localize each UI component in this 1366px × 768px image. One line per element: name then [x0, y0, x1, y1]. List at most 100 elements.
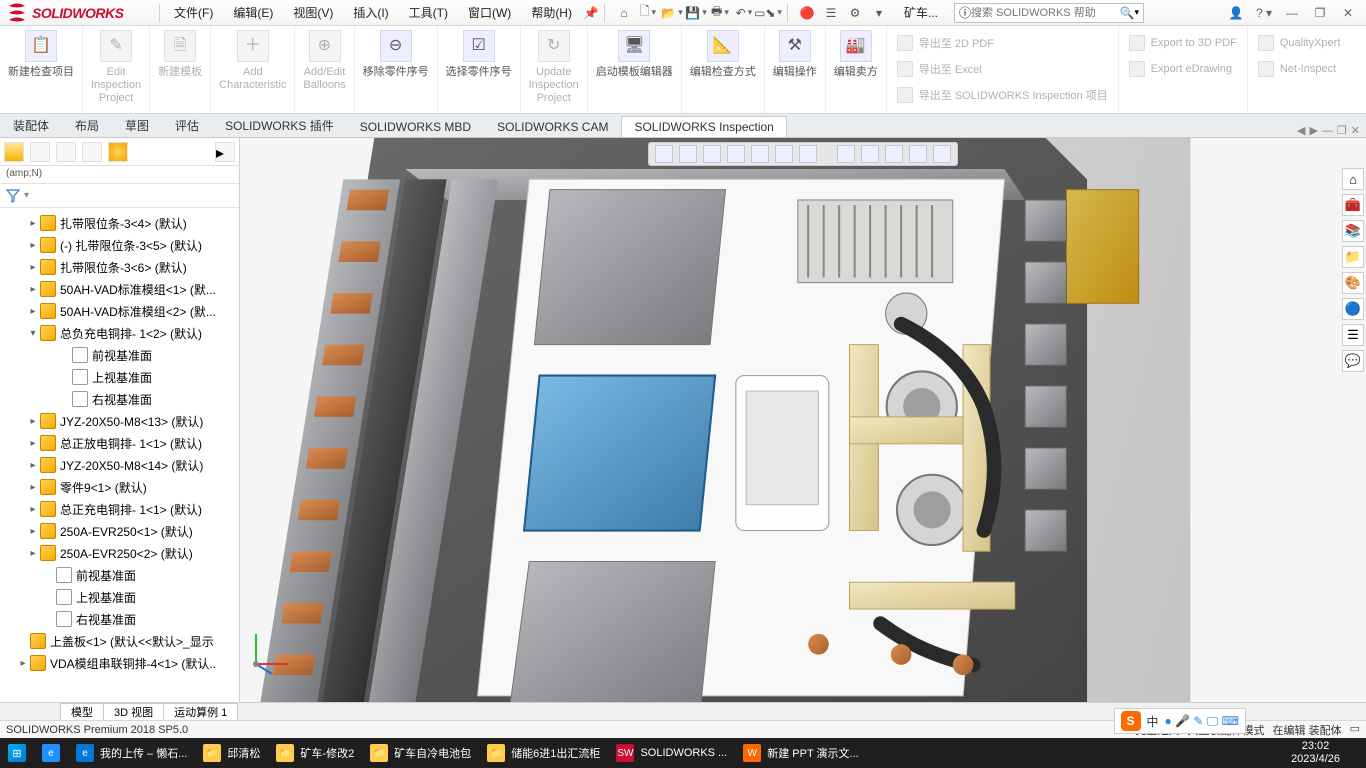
- expand-icon[interactable]: ▸: [28, 438, 38, 449]
- pin-icon[interactable]: 📌: [582, 4, 600, 22]
- user-icon[interactable]: 👤: [1224, 3, 1248, 23]
- taskpane-home-icon[interactable]: ⌂: [1342, 168, 1364, 190]
- expand-icon[interactable]: ▸: [28, 240, 38, 251]
- help-dropdown-icon[interactable]: ? ▾: [1252, 3, 1276, 23]
- tree-plane[interactable]: 右视基准面: [0, 388, 239, 410]
- print-icon[interactable]: 🖶: [711, 4, 729, 22]
- ribbon-export-swi[interactable]: 导出至 SOLIDWORKS Inspection 项目: [897, 82, 1108, 108]
- expand-icon[interactable]: ▸: [18, 658, 28, 669]
- tree-part[interactable]: ▸50AH-VAD标准模组<1> (默...: [0, 278, 239, 300]
- ribbon-edit-vendor[interactable]: 🏭编辑卖方: [826, 26, 887, 113]
- taskbar-app[interactable]: e我的上传 – 懒石...: [68, 738, 195, 768]
- fm-tab-more-icon[interactable]: ▸: [215, 142, 235, 162]
- dropdown-icon[interactable]: ▾: [870, 4, 888, 22]
- ribbon-launch-template-editor[interactable]: 🖥启动模板编辑器: [588, 26, 682, 113]
- options-list-icon[interactable]: ☰: [822, 4, 840, 22]
- ime-indicator[interactable]: S 中 ● 🎤 ✎ 🖵 ⌨: [1114, 708, 1246, 734]
- taskbar-app[interactable]: 📁邱清松: [195, 738, 268, 768]
- new-icon[interactable]: 🗋: [639, 4, 657, 22]
- tree-part[interactable]: ▸扎带限位条-3<6> (默认): [0, 256, 239, 278]
- taskbar-clock[interactable]: 23:02 2023/4/26: [1281, 740, 1350, 766]
- orientation-triad[interactable]: [246, 626, 294, 674]
- expand-icon[interactable]: ▸: [28, 416, 38, 427]
- ribbon-select-balloon[interactable]: ☑选择零件序号: [438, 26, 521, 113]
- tab-assembly[interactable]: 装配体: [0, 113, 62, 137]
- expand-icon[interactable]: ▸: [28, 262, 38, 273]
- menu-window[interactable]: 窗口(W): [458, 0, 521, 26]
- screen-capture-icon[interactable]: [933, 145, 951, 163]
- tab-evaluate[interactable]: 评估: [162, 113, 212, 137]
- tab-sw-inspection[interactable]: SOLIDWORKS Inspection: [621, 116, 786, 137]
- taskpane-appearances-icon[interactable]: 🔵: [1342, 298, 1364, 320]
- tab-sketch[interactable]: 草图: [112, 113, 162, 137]
- fm-tab-property-icon[interactable]: [30, 142, 50, 162]
- graphics-viewport[interactable]: ⌂ 🧰 📚 📁 🎨 🔵 ☰ 💬: [240, 138, 1366, 702]
- feature-tree[interactable]: ▸扎带限位条-3<4> (默认)▸(-) 扎带限位条-3<5> (默认)▸扎带限…: [0, 208, 239, 702]
- expand-icon[interactable]: ▸: [28, 284, 38, 295]
- doc-close-button[interactable]: ✕: [1351, 124, 1360, 137]
- viewtab-motion[interactable]: 运动算例 1: [163, 703, 238, 720]
- taskpane-file-explorer-icon[interactable]: 📁: [1342, 246, 1364, 268]
- tree-part[interactable]: ▾总负充电铜排- 1<2> (默认): [0, 322, 239, 344]
- expand-icon[interactable]: ▸: [28, 460, 38, 471]
- status-extra-icon[interactable]: ▭: [1350, 722, 1360, 738]
- hide-show-icon[interactable]: [799, 145, 817, 163]
- ribbon-net-inspect[interactable]: Net-Inspect: [1258, 56, 1341, 82]
- doc-maximize-button[interactable]: ❐: [1337, 124, 1347, 137]
- ribbon-export-edrawing[interactable]: Export eDrawing: [1129, 56, 1237, 82]
- expand-icon[interactable]: ▸: [28, 482, 38, 493]
- tree-plane[interactable]: 右视基准面: [0, 608, 239, 630]
- taskbar-app[interactable]: W新建 PPT 演示文...: [735, 738, 866, 768]
- tab-sw-mbd[interactable]: SOLIDWORKS MBD: [347, 116, 484, 137]
- tree-part[interactable]: ▸扎带限位条-3<4> (默认): [0, 212, 239, 234]
- view-orientation-icon[interactable]: [751, 145, 769, 163]
- fm-tab-display-icon[interactable]: [108, 142, 128, 162]
- fm-tab-config-icon[interactable]: [56, 142, 76, 162]
- open-icon[interactable]: 📂: [663, 4, 681, 22]
- tree-part[interactable]: ▸总正放电铜排- 1<1> (默认): [0, 432, 239, 454]
- tree-part[interactable]: ▸JYZ-20X50-M8<14> (默认): [0, 454, 239, 476]
- start-button[interactable]: ⊞: [0, 738, 34, 768]
- tree-part[interactable]: ▸JYZ-20X50-M8<13> (默认): [0, 410, 239, 432]
- tree-part[interactable]: ▸250A-EVR250<1> (默认): [0, 520, 239, 542]
- taskbar-app[interactable]: 📁储能6进1出汇流柜: [479, 738, 608, 768]
- menu-insert[interactable]: 插入(I): [343, 0, 398, 26]
- undo-icon[interactable]: ↶: [735, 4, 753, 22]
- expand-icon[interactable]: ▾: [28, 328, 38, 339]
- tree-plane[interactable]: 上视基准面: [0, 366, 239, 388]
- settings-icon[interactable]: ⚙: [846, 4, 864, 22]
- ribbon-export-2d-pdf[interactable]: 导出至 2D PDF: [897, 30, 1108, 56]
- tree-part[interactable]: ▸VDA模组串联铜排-4<1> (默认..: [0, 652, 239, 674]
- taskpane-custom-props-icon[interactable]: ☰: [1342, 324, 1364, 346]
- minimize-button[interactable]: —: [1280, 3, 1304, 23]
- doc-minimize-button[interactable]: —: [1322, 125, 1333, 137]
- menu-edit[interactable]: 编辑(E): [223, 0, 283, 26]
- save-icon[interactable]: 💾: [687, 4, 705, 22]
- expand-icon[interactable]: ▸: [28, 218, 38, 229]
- expand-icon[interactable]: ▸: [28, 548, 38, 559]
- tab-sw-cam[interactable]: SOLIDWORKS CAM: [484, 116, 621, 137]
- ribbon-new-inspection[interactable]: 📋新建检查项目: [0, 26, 83, 113]
- feature-filter-bar[interactable]: ▾: [0, 184, 239, 208]
- fm-tab-dim-icon[interactable]: [82, 142, 102, 162]
- ribbon-inspection-method[interactable]: 📐编辑检查方式: [682, 26, 765, 113]
- maximize-button[interactable]: ❐: [1308, 3, 1332, 23]
- menu-help[interactable]: 帮助(H): [521, 0, 582, 26]
- expand-icon[interactable]: ▸: [28, 526, 38, 537]
- tree-part[interactable]: ▸(-) 扎带限位条-3<5> (默认): [0, 234, 239, 256]
- ribbon-remove-balloon[interactable]: ⊖移除零件序号: [355, 26, 438, 113]
- view-settings-icon[interactable]: [885, 145, 903, 163]
- search-dropdown-icon[interactable]: ▾: [1134, 7, 1139, 18]
- menu-view[interactable]: 视图(V): [283, 0, 343, 26]
- tab-sw-addins[interactable]: SOLIDWORKS 插件: [212, 113, 347, 137]
- filter-dropdown-icon[interactable]: ▾: [24, 190, 29, 201]
- document-name[interactable]: 矿车...: [894, 0, 948, 26]
- doc-next-icon[interactable]: ▶: [1309, 124, 1317, 137]
- doc-prev-icon[interactable]: ◀: [1297, 124, 1305, 137]
- search-icon[interactable]: 🔍: [1120, 6, 1135, 20]
- prev-view-icon[interactable]: [703, 145, 721, 163]
- tree-part[interactable]: 上盖板<1> (默认<<默认>_显示: [0, 630, 239, 652]
- rebuild-icon[interactable]: 🔴: [798, 4, 816, 22]
- menu-file[interactable]: 文件(F): [164, 0, 223, 26]
- viewtab-model[interactable]: 模型: [60, 703, 104, 720]
